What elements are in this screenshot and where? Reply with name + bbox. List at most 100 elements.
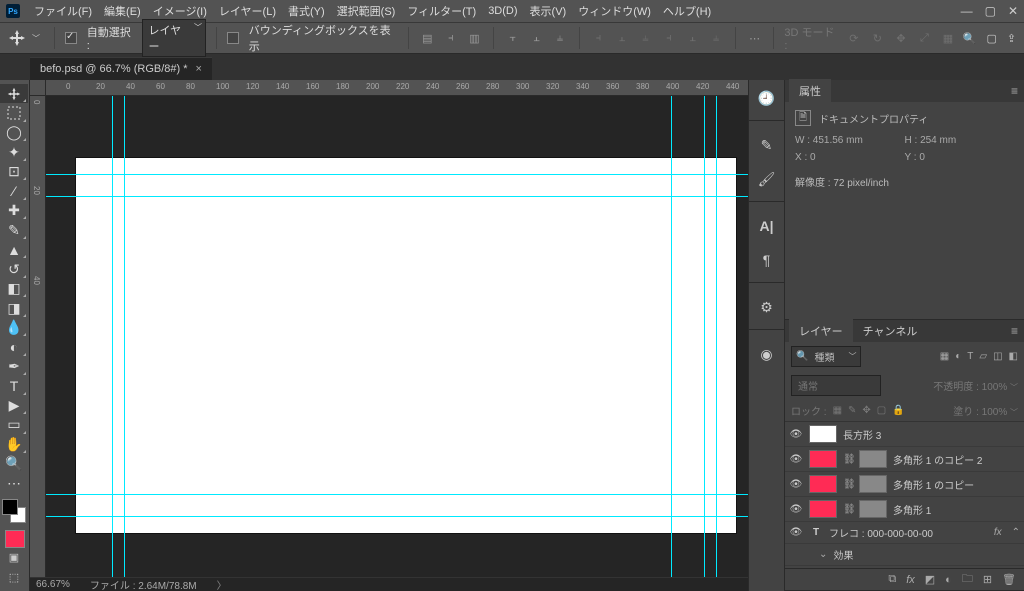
current-color-swatch[interactable] xyxy=(5,530,25,548)
layer-thumbnail[interactable] xyxy=(809,500,837,518)
menu-image[interactable]: イメージ(I) xyxy=(147,3,213,19)
blur-tool[interactable]: 💧 xyxy=(0,318,28,337)
ruler-vertical[interactable]: 0 20 40 xyxy=(30,96,46,577)
delete-layer-icon[interactable]: 🗑 xyxy=(1002,573,1016,586)
group-icon[interactable]: 🗀 xyxy=(962,570,973,589)
window-close-icon[interactable]: ✕ xyxy=(1008,4,1018,18)
lock-artboard-icon[interactable]: ▢ xyxy=(877,405,886,416)
fx-badge[interactable]: fx xyxy=(994,527,1002,538)
layer-thumbnail[interactable] xyxy=(809,450,837,468)
foreground-color-swatch[interactable] xyxy=(2,499,18,515)
filter-toggle-icon[interactable]: ◧ xyxy=(1009,351,1018,362)
auto-select-checkbox[interactable] xyxy=(65,32,77,44)
marquee-tool[interactable] xyxy=(0,103,28,122)
layer-name[interactable]: フレコ : 000-000-00-00 xyxy=(829,525,988,540)
filter-pixel-icon[interactable]: ▦ xyxy=(940,351,949,362)
distribute-icon-4[interactable]: ⫞ xyxy=(660,29,678,47)
align-top-icon[interactable]: ⫟ xyxy=(504,29,522,47)
status-zoom[interactable]: 66.67% xyxy=(36,579,70,590)
menu-layer[interactable]: レイヤー(L) xyxy=(213,3,282,19)
menu-3d[interactable]: 3D(D) xyxy=(482,5,523,17)
pen-tool[interactable]: ✒ xyxy=(0,357,28,376)
menu-type[interactable]: 書式(Y) xyxy=(282,3,331,19)
layer-filter-dropdown[interactable]: 🔍 種類 ﹀ xyxy=(791,346,861,367)
lock-pixels-icon[interactable]: ▦ xyxy=(833,405,842,416)
lock-all-icon[interactable]: 🔒 xyxy=(892,405,904,416)
visibility-icon[interactable]: 👁 xyxy=(789,479,803,490)
link-icon[interactable]: ⛓ xyxy=(843,454,853,465)
layer-row[interactable]: ⌄ 効果 xyxy=(785,544,1024,566)
layer-name[interactable]: 効果 xyxy=(833,547,1020,562)
layer-row[interactable]: 👁 ⛓ 多角形 1 のコピー xyxy=(785,472,1024,497)
guide-vertical[interactable] xyxy=(124,96,125,577)
menu-filter[interactable]: フィルター(T) xyxy=(401,3,482,19)
search-icon[interactable]: 🔍 xyxy=(963,32,977,45)
shape-tool[interactable]: ▭ xyxy=(0,415,28,434)
visibility-icon[interactable]: 👁 xyxy=(789,454,803,465)
menu-view[interactable]: 表示(V) xyxy=(524,3,573,19)
ruler-horizontal[interactable]: 0204060801001201401601802002202402602803… xyxy=(46,80,748,96)
eyedropper-tool[interactable]: ⁄ xyxy=(0,181,28,200)
lock-brush-icon[interactable]: ✎ xyxy=(848,405,856,416)
distribute-h-icon[interactable]: ⫞ xyxy=(590,29,608,47)
distribute-icon-6[interactable]: ⫨ xyxy=(707,29,725,47)
layer-name[interactable]: 多角形 1 xyxy=(893,502,1020,517)
align-right-icon[interactable]: ▥ xyxy=(466,29,484,47)
channels-tab[interactable]: チャンネル xyxy=(853,319,928,343)
window-minimize-icon[interactable]: — xyxy=(961,4,973,18)
adjustment-layer-icon[interactable]: ◐ xyxy=(945,574,952,586)
guide-horizontal[interactable] xyxy=(46,516,748,517)
history-brush-tool[interactable]: ↺ xyxy=(0,259,28,278)
panel-menu-icon[interactable]: ≡ xyxy=(1011,324,1018,338)
edit-toolbar[interactable]: ⋯ xyxy=(0,474,28,493)
share-icon[interactable]: ⇪ xyxy=(1007,32,1016,45)
wand-tool[interactable]: ✦ xyxy=(0,142,28,161)
opacity-value[interactable]: 100% xyxy=(982,382,1008,393)
visibility-icon[interactable]: 👁 xyxy=(789,429,803,440)
lasso-tool[interactable]: ◯ xyxy=(0,123,28,142)
fx-expand-icon[interactable]: ⌃ xyxy=(1012,527,1020,538)
auto-select-dropdown[interactable]: レイヤー xyxy=(142,19,207,57)
align-vcenter-icon[interactable]: ⫠ xyxy=(528,29,546,47)
mask-thumbnail[interactable] xyxy=(859,450,887,468)
align-bottom-icon[interactable]: ⫨ xyxy=(551,29,569,47)
path-select-tool[interactable]: ▶ xyxy=(0,396,28,415)
layer-thumbnail[interactable] xyxy=(809,425,837,443)
quickmask-icon[interactable]: ▣ xyxy=(0,548,28,567)
gradient-tool[interactable]: ◨ xyxy=(0,298,28,317)
status-filesize[interactable]: ファイル : 2.64M/78.8M xyxy=(90,577,197,591)
align-hcenter-icon[interactable]: ⫞ xyxy=(442,29,460,47)
window-maximize-icon[interactable]: ▢ xyxy=(985,4,996,18)
align-left-icon[interactable]: ▤ xyxy=(419,29,437,47)
guide-horizontal[interactable] xyxy=(46,196,748,197)
move-tool-icon[interactable] xyxy=(8,29,26,47)
brush-panel-icon[interactable]: ✎ xyxy=(755,133,779,157)
tool-preset-dropdown-icon[interactable]: ﹀ xyxy=(32,33,40,44)
canvas-viewport[interactable] xyxy=(46,96,748,577)
artboard[interactable] xyxy=(76,158,736,533)
heal-tool[interactable]: ✚ xyxy=(0,201,28,220)
adjustments-panel-icon[interactable]: ⚙ xyxy=(755,295,779,319)
ruler-origin[interactable] xyxy=(30,80,46,96)
layer-row[interactable]: 👁長方形 3 xyxy=(785,422,1024,447)
move-tool[interactable] xyxy=(0,84,28,103)
brush-tool[interactable]: ✎ xyxy=(0,220,28,239)
layer-name[interactable]: 多角形 1 のコピー 2 xyxy=(893,452,1020,467)
stamp-tool[interactable]: ▲ xyxy=(0,240,28,259)
character-panel-icon[interactable]: A| xyxy=(755,214,779,238)
expand-icon[interactable]: ⌄ xyxy=(819,549,827,560)
layer-thumbnail[interactable] xyxy=(809,475,837,493)
more-align-icon[interactable]: ⋯ xyxy=(746,29,764,47)
eraser-tool[interactable]: ◧ xyxy=(0,279,28,298)
libraries-panel-icon[interactable]: ◉ xyxy=(755,342,779,366)
link-icon[interactable]: ⛓ xyxy=(843,479,853,490)
guide-vertical[interactable] xyxy=(112,96,113,577)
brush-settings-icon[interactable]: 🖌 xyxy=(755,167,779,191)
show-bbox-checkbox[interactable] xyxy=(227,32,239,44)
status-arrow-icon[interactable]: 〉 xyxy=(217,577,227,591)
guide-horizontal[interactable] xyxy=(46,494,748,495)
history-panel-icon[interactable]: 🕘 xyxy=(755,86,779,110)
document-tab-close-icon[interactable]: × xyxy=(196,63,202,75)
layer-name[interactable]: 多角形 1 のコピー xyxy=(893,477,1020,492)
filter-smart-icon[interactable]: ◫ xyxy=(993,351,1002,362)
